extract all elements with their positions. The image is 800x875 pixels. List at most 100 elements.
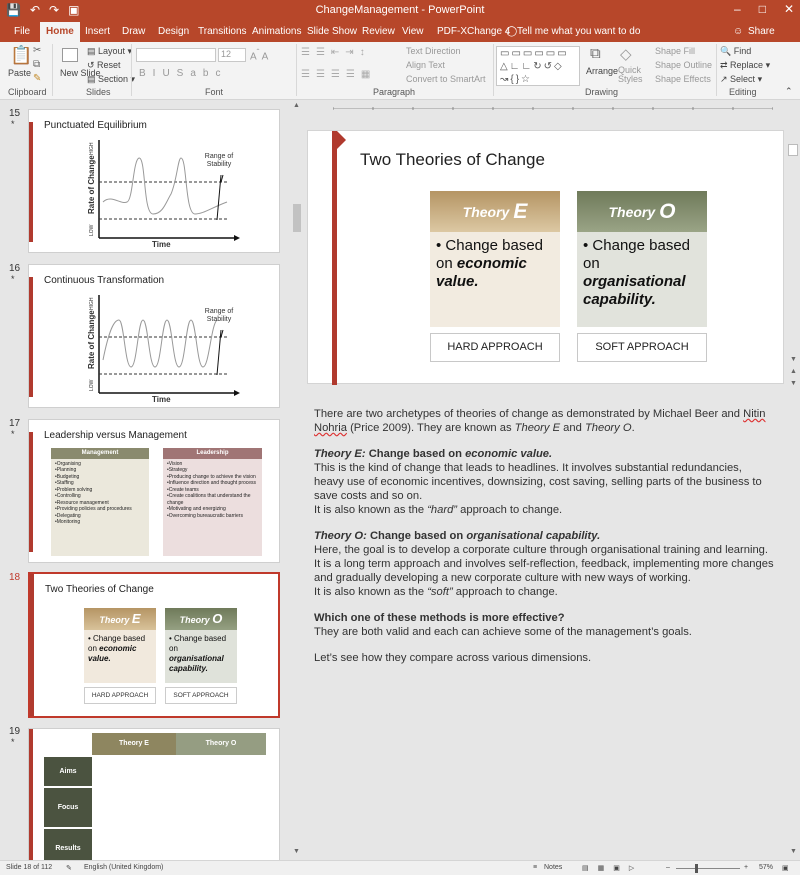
- notes-scroll-down-icon[interactable]: ▼: [790, 848, 797, 855]
- group-font-label: Font: [205, 87, 224, 97]
- management-header: Management: [51, 448, 149, 459]
- section-label: Section: [98, 74, 129, 84]
- theory-o-card[interactable]: Theory O • Change based on organisational…: [577, 191, 707, 327]
- speaker-notes[interactable]: There are two archetypes of theories of …: [305, 400, 783, 860]
- slide-canvas[interactable]: Two Theories of Change Theory E • Change …: [307, 130, 784, 385]
- previous-slide-icon[interactable]: ▲: [790, 368, 797, 375]
- close-button[interactable]: ✕: [784, 2, 794, 16]
- slide-title[interactable]: Two Theories of Change: [360, 150, 545, 170]
- list-item: Overcoming bureaucratic barriers: [167, 513, 258, 520]
- layout-button[interactable]: ▤ Layout ▾: [87, 46, 132, 57]
- replace-label: Replace: [730, 60, 764, 70]
- zoom-slider-thumb[interactable]: [695, 864, 698, 873]
- section-button[interactable]: ▤ Section ▾: [87, 74, 135, 85]
- font-name-combo[interactable]: [136, 48, 216, 62]
- copy-icon[interactable]: ⧉: [33, 59, 40, 70]
- notes-question-heading: Which one of these methods is more effec…: [314, 612, 565, 624]
- theory-e-column-header: Theory E: [92, 733, 176, 755]
- tab-draw[interactable]: Draw: [122, 26, 145, 37]
- thumbnail-slide-19[interactable]: Theory E Theory O Aims Focus Results: [28, 728, 280, 860]
- quick-styles-icon[interactable]: ◇: [620, 45, 632, 63]
- group-paragraph-label: Paragraph: [373, 87, 416, 97]
- tab-slide-show[interactable]: Slide Show: [307, 26, 357, 37]
- font-size-combo[interactable]: 12: [218, 48, 246, 62]
- reset-label: Reset: [97, 60, 121, 70]
- shape-outline-button[interactable]: Shape Outline: [655, 60, 712, 70]
- text-direction-button[interactable]: Text Direction: [406, 46, 461, 56]
- scroll-up-icon[interactable]: ▲: [293, 102, 300, 109]
- view-buttons[interactable]: ▤▦▣▷: [582, 864, 643, 872]
- notes-button[interactable]: Notes: [544, 864, 562, 871]
- theory-o-header: Theory O: [165, 608, 237, 630]
- new-slide-icon[interactable]: [62, 48, 78, 62]
- grow-font-icon[interactable]: Aˆ A: [250, 47, 268, 62]
- fit-to-window-icon[interactable]: ▣: [782, 864, 789, 872]
- paste-button[interactable]: Paste: [8, 68, 31, 78]
- align-buttons[interactable]: ☰☰☰☰▦: [301, 69, 376, 80]
- tab-pdf-xchange[interactable]: PDF-XChange 4: [437, 26, 510, 37]
- slide-number: 18: [9, 572, 21, 583]
- cut-icon[interactable]: ✂: [33, 45, 41, 56]
- next-slide-icon[interactable]: ▼: [790, 380, 797, 387]
- slide-accent-bar: [30, 574, 34, 716]
- select-button[interactable]: ↗ Select ▾: [720, 74, 762, 85]
- slide-scrollbar[interactable]: ▼ ▲ ▼ ▼: [786, 100, 800, 860]
- scroll-thumb[interactable]: [293, 204, 301, 232]
- notes-closing: Let’s see how they compare across variou…: [314, 652, 592, 664]
- tell-me-input[interactable]: Tell me what you want to do: [517, 26, 640, 37]
- tab-home[interactable]: Home: [40, 22, 80, 42]
- arrange-button[interactable]: Arrange: [586, 66, 618, 76]
- minimize-button[interactable]: –: [734, 2, 741, 16]
- collapse-ribbon-icon[interactable]: ⌃: [785, 86, 793, 97]
- scroll-down-icon[interactable]: ▼: [293, 848, 300, 855]
- notes-theory-o-body: Here, the goal is to develop a corporate…: [314, 544, 774, 584]
- separator: [493, 44, 494, 96]
- convert-smartart-button[interactable]: Convert to SmartArt: [406, 74, 486, 84]
- theory-e-header: Theory E: [84, 608, 156, 630]
- range-of-stability-label: Range of Stability: [204, 153, 234, 168]
- arrange-icon[interactable]: ⧉: [590, 45, 601, 62]
- scroll-down-icon[interactable]: ▼: [790, 356, 797, 363]
- tab-view[interactable]: View: [402, 26, 424, 37]
- thumbnail-slide-17[interactable]: Leadership versus Management Management …: [28, 419, 280, 563]
- notes-icon[interactable]: ≡: [533, 864, 537, 871]
- tab-file[interactable]: File: [14, 26, 30, 37]
- find-button[interactable]: 🔍 Find: [720, 46, 751, 57]
- quick-styles-button[interactable]: Quick Styles: [618, 66, 643, 84]
- tab-animations[interactable]: Animations: [252, 26, 301, 37]
- language-indicator[interactable]: English (United Kingdom): [84, 864, 163, 871]
- thumbnail-slide-18[interactable]: Two Theories of Change Theory E • Change…: [28, 572, 280, 718]
- thumbnail-slide-15[interactable]: Punctuated Equilibrium Rate of Change HI…: [28, 109, 280, 253]
- proofing-icon[interactable]: ✎: [66, 864, 72, 872]
- tab-review[interactable]: Review: [362, 26, 395, 37]
- separator: [131, 44, 132, 96]
- tab-insert[interactable]: Insert: [85, 26, 110, 37]
- shapes-gallery[interactable]: ▭▭▭▭▭▭ △∟∟↻↺◇ ↝{}☆: [496, 46, 580, 86]
- reset-button[interactable]: ↺ Reset: [87, 60, 121, 71]
- theory-e-card[interactable]: Theory E • Change based on economic value…: [430, 191, 560, 327]
- slide-number: 15 *: [9, 108, 21, 129]
- align-text-button[interactable]: Align Text: [406, 60, 445, 70]
- shape-fill-button[interactable]: Shape Fill: [655, 46, 695, 56]
- tab-transitions[interactable]: Transitions: [198, 26, 247, 37]
- shape-effects-button[interactable]: Shape Effects: [655, 74, 711, 84]
- zoom-slider[interactable]: [676, 868, 740, 869]
- list-buttons[interactable]: ☰☰⇤⇥↕: [301, 47, 371, 58]
- font-format-buttons[interactable]: BIUSabc: [139, 68, 227, 79]
- zoom-level[interactable]: 57%: [759, 864, 773, 871]
- hard-approach-box[interactable]: HARD APPROACH: [430, 333, 560, 362]
- soft-approach-box[interactable]: SOFT APPROACH: [577, 333, 707, 362]
- format-painter-icon[interactable]: ✎: [33, 73, 41, 84]
- list-item: Monitoring: [55, 519, 145, 526]
- tab-design[interactable]: Design: [158, 26, 189, 37]
- clipboard-icon[interactable]: 📋: [10, 45, 32, 66]
- notes-intro: There are two archetypes of theories of …: [314, 408, 766, 434]
- zoom-in-button[interactable]: +: [744, 864, 748, 871]
- replace-button[interactable]: ⇄ Replace ▾: [720, 60, 770, 71]
- zoom-out-button[interactable]: –: [666, 864, 670, 871]
- maximize-button[interactable]: □: [759, 2, 766, 16]
- thumbnail-slide-16[interactable]: Continuous Transformation Rate of Change…: [28, 264, 280, 408]
- scroll-thumb[interactable]: [788, 144, 798, 156]
- thumbnail-scrollbar[interactable]: ▲ ▼: [290, 100, 304, 860]
- share-button[interactable]: Share: [748, 26, 775, 37]
